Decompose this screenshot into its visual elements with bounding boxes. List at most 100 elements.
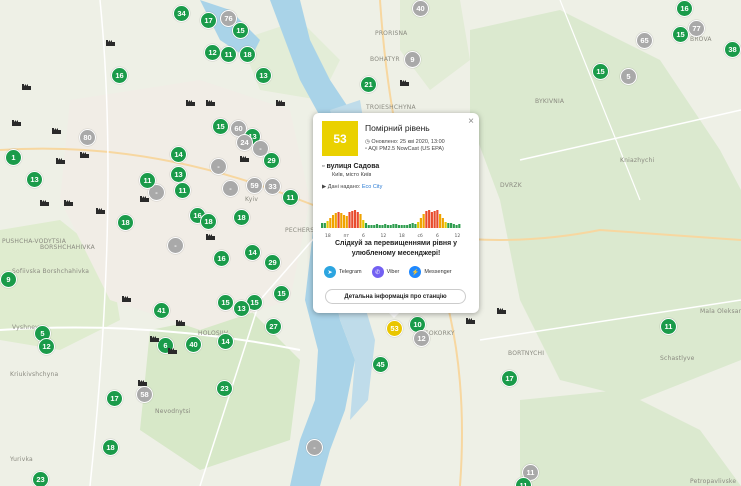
station-marker[interactable]: 21 [360, 76, 377, 93]
station-marker[interactable]: 53 [386, 320, 403, 337]
factory-icon[interactable] [400, 80, 409, 86]
factory-icon[interactable] [64, 200, 73, 206]
station-marker[interactable]: 13 [255, 67, 272, 84]
history-bar [436, 210, 439, 228]
station-details-button[interactable]: Детальна інформація про станцію [325, 289, 466, 304]
station-marker[interactable]: - [306, 439, 323, 456]
station-marker[interactable]: 18 [117, 214, 134, 231]
station-marker[interactable]: 58 [136, 386, 153, 403]
station-marker[interactable]: 13 [26, 171, 43, 188]
factory-icon[interactable] [176, 320, 185, 326]
station-marker[interactable]: 59 [246, 177, 263, 194]
station-marker[interactable]: 29 [264, 254, 281, 271]
station-marker[interactable]: 17 [106, 390, 123, 407]
station-marker[interactable]: 18 [102, 439, 119, 456]
factory-icon[interactable] [138, 380, 147, 386]
history-bar [439, 214, 442, 228]
station-marker[interactable]: - [167, 237, 184, 254]
factory-icon[interactable] [206, 234, 215, 240]
map-view[interactable]: PRORISNA TROIESHCHYNA BYKIVNIA BROVA Kniazhy… [0, 0, 741, 486]
station-marker[interactable]: 11 [220, 46, 237, 63]
history-bar [351, 211, 354, 228]
station-marker[interactable]: 12 [204, 44, 221, 61]
source-link[interactable]: Eco City [362, 184, 382, 190]
messenger-telegram[interactable]: ➤ Telegram [324, 266, 362, 278]
messenger-viber[interactable]: ✆ Viber [371, 266, 399, 278]
station-marker[interactable]: 41 [153, 302, 170, 319]
station-marker[interactable]: 14 [217, 333, 234, 350]
station-marker[interactable]: 18 [233, 209, 250, 226]
station-marker[interactable]: 13 [233, 300, 250, 317]
station-marker[interactable]: 38 [724, 41, 741, 58]
station-marker[interactable]: 17 [200, 12, 217, 29]
station-marker[interactable]: 17 [501, 370, 518, 387]
station-marker[interactable]: 11 [174, 182, 191, 199]
factory-icon[interactable] [40, 200, 49, 206]
station-marker[interactable]: 18 [200, 213, 217, 230]
history-bar [397, 225, 401, 228]
station-marker[interactable]: 14 [244, 244, 261, 261]
station-marker[interactable]: 13 [170, 166, 187, 183]
station-marker[interactable]: 40 [412, 0, 429, 17]
station-marker[interactable]: 11 [660, 318, 677, 335]
station-marker[interactable]: 15 [212, 118, 229, 135]
station-marker[interactable]: 15 [217, 294, 234, 311]
station-marker[interactable]: 5 [620, 68, 637, 85]
factory-icon[interactable] [168, 348, 177, 354]
station-marker[interactable]: 23 [216, 380, 233, 397]
factory-icon[interactable] [466, 318, 475, 324]
station-marker[interactable]: 1 [5, 149, 22, 166]
station-marker[interactable]: 40 [185, 336, 202, 353]
station-marker[interactable]: 14 [170, 146, 187, 163]
station-marker[interactable]: 11 [282, 189, 299, 206]
factory-icon[interactable] [186, 100, 195, 106]
factory-icon[interactable] [276, 100, 285, 106]
map-label-sofiivska: Sofiivska Borshchahivka [12, 268, 90, 275]
factory-icon[interactable] [22, 84, 31, 90]
station-marker[interactable]: 16 [213, 250, 230, 267]
history-bar [425, 211, 428, 228]
factory-icon[interactable] [497, 308, 506, 314]
station-marker[interactable]: 9 [0, 271, 17, 288]
factory-icon[interactable] [122, 296, 131, 302]
messenger-messenger[interactable]: ⚡ Messenger [409, 266, 452, 278]
station-marker[interactable]: - [210, 158, 227, 175]
station-marker[interactable]: 15 [672, 26, 689, 43]
factory-icon[interactable] [96, 208, 105, 214]
history-bar [428, 210, 431, 228]
station-marker[interactable]: 16 [676, 0, 693, 17]
station-marker[interactable]: 15 [273, 285, 290, 302]
factory-icon[interactable] [140, 196, 149, 202]
station-marker[interactable]: 9 [404, 51, 421, 68]
station-marker[interactable]: 15 [232, 22, 249, 39]
factory-icon[interactable] [52, 128, 61, 134]
station-marker[interactable]: 65 [636, 32, 653, 49]
station-marker[interactable]: 33 [264, 178, 281, 195]
factory-icon[interactable] [240, 156, 249, 162]
station-marker[interactable]: 34 [173, 5, 190, 22]
station-marker[interactable]: 45 [372, 356, 389, 373]
station-marker[interactable]: 27 [265, 318, 282, 335]
factory-icon[interactable] [106, 40, 115, 46]
factory-icon[interactable] [80, 152, 89, 158]
factory-icon[interactable] [150, 336, 159, 342]
station-marker[interactable]: 12 [413, 330, 430, 347]
station-marker[interactable]: 11 [139, 172, 156, 189]
factory-icon[interactable] [206, 100, 215, 106]
station-marker[interactable]: 77 [688, 20, 705, 37]
station-marker[interactable]: 23 [32, 471, 49, 486]
station-marker[interactable]: 29 [263, 152, 280, 169]
station-marker[interactable]: 24 [236, 134, 253, 151]
factory-icon[interactable] [12, 120, 21, 126]
station-marker[interactable]: 80 [79, 129, 96, 146]
station-marker[interactable]: - [222, 180, 239, 197]
factory-icon[interactable] [56, 158, 65, 164]
hour-tick: 6 [436, 233, 439, 238]
close-icon[interactable]: × [468, 116, 474, 127]
station-marker[interactable]: 16 [111, 67, 128, 84]
station-marker[interactable]: 12 [38, 338, 55, 355]
history-bar [450, 223, 453, 228]
station-marker[interactable]: 15 [592, 63, 609, 80]
history-bar [400, 225, 403, 228]
station-marker[interactable]: 18 [239, 46, 256, 63]
